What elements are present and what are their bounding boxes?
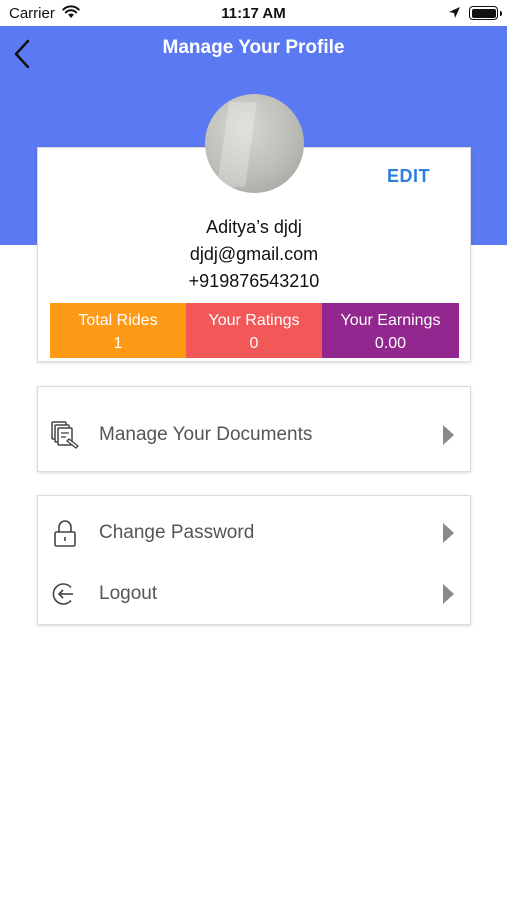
documents-card: Manage Your Documents <box>37 386 471 472</box>
menu-label: Logout <box>99 583 158 604</box>
stat-total-rides: Total Rides 1 <box>50 303 186 358</box>
page-title: Manage Your Profile <box>162 37 345 58</box>
edit-button[interactable]: EDIT <box>387 166 430 187</box>
status-bar: Carrier 11:17 AM <box>0 0 507 26</box>
stat-label: Your Ratings <box>208 312 300 329</box>
status-time: 11:17 AM <box>221 5 286 22</box>
stats-bar: Total Rides 1 Your Ratings 0 Your Earnin… <box>50 303 459 358</box>
logout-icon <box>50 579 80 609</box>
stat-your-earnings: Your Earnings 0.00 <box>322 303 459 358</box>
lock-icon <box>50 518 80 548</box>
triangle-right-icon <box>443 523 454 543</box>
triangle-right-icon <box>443 425 454 445</box>
profile-name: Aditya’s djdj <box>206 217 302 237</box>
stat-value: 0.00 <box>374 335 407 352</box>
documents-icon <box>50 420 80 450</box>
profile-phone: +919876543210 <box>188 271 320 291</box>
stat-value: 1 <box>113 335 123 352</box>
avatar[interactable] <box>205 94 304 193</box>
triangle-right-icon <box>443 584 454 604</box>
stat-label: Your Earnings <box>340 312 441 329</box>
battery-icon <box>469 6 502 20</box>
manage-documents-item[interactable]: Manage Your Documents <box>38 410 470 460</box>
logout-item[interactable]: Logout <box>38 569 470 619</box>
menu-label: Change Password <box>99 522 255 543</box>
stat-value: 0 <box>249 335 259 352</box>
stat-label: Total Rides <box>78 312 158 329</box>
change-password-item[interactable]: Change Password <box>38 508 470 558</box>
menu-label: Manage Your Documents <box>99 424 313 445</box>
profile-email: djdj@gmail.com <box>189 244 319 264</box>
stat-your-ratings: Your Ratings 0 <box>186 303 322 358</box>
account-card: Change Password Logout <box>37 495 471 625</box>
location-arrow-icon <box>448 6 461 24</box>
